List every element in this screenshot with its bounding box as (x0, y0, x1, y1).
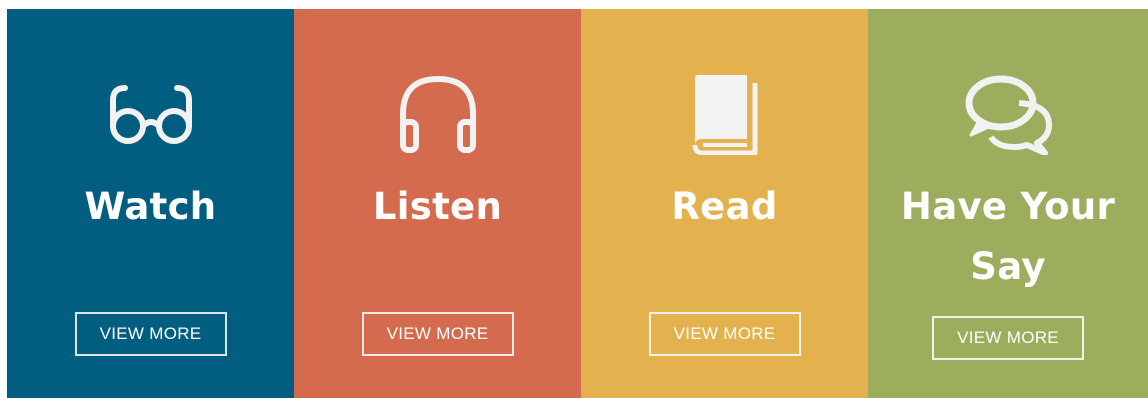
headphones-icon (393, 69, 483, 159)
panel-watch: Watch VIEW MORE (7, 9, 294, 398)
glasses-icon (106, 69, 196, 159)
speech-bubbles-icon (963, 69, 1053, 159)
view-more-button[interactable]: VIEW MORE (361, 312, 514, 356)
panel-title: Read (671, 185, 778, 228)
view-more-button[interactable]: VIEW MORE (932, 316, 1084, 360)
panel-read: Read VIEW MORE (581, 9, 868, 398)
panel-title: Watch (84, 185, 217, 228)
panel-title: Have Your Say (900, 185, 1116, 288)
panel-have-your-say: Have Your Say VIEW MORE (868, 9, 1148, 398)
view-more-button[interactable]: VIEW MORE (74, 312, 227, 356)
panel-title: Listen (372, 185, 503, 228)
book-icon (680, 69, 770, 159)
panel-listen: Listen VIEW MORE (294, 9, 581, 398)
view-more-button[interactable]: VIEW MORE (648, 312, 801, 356)
category-panels: Watch VIEW MORE Listen VIEW MORE Read VI… (7, 9, 1148, 398)
